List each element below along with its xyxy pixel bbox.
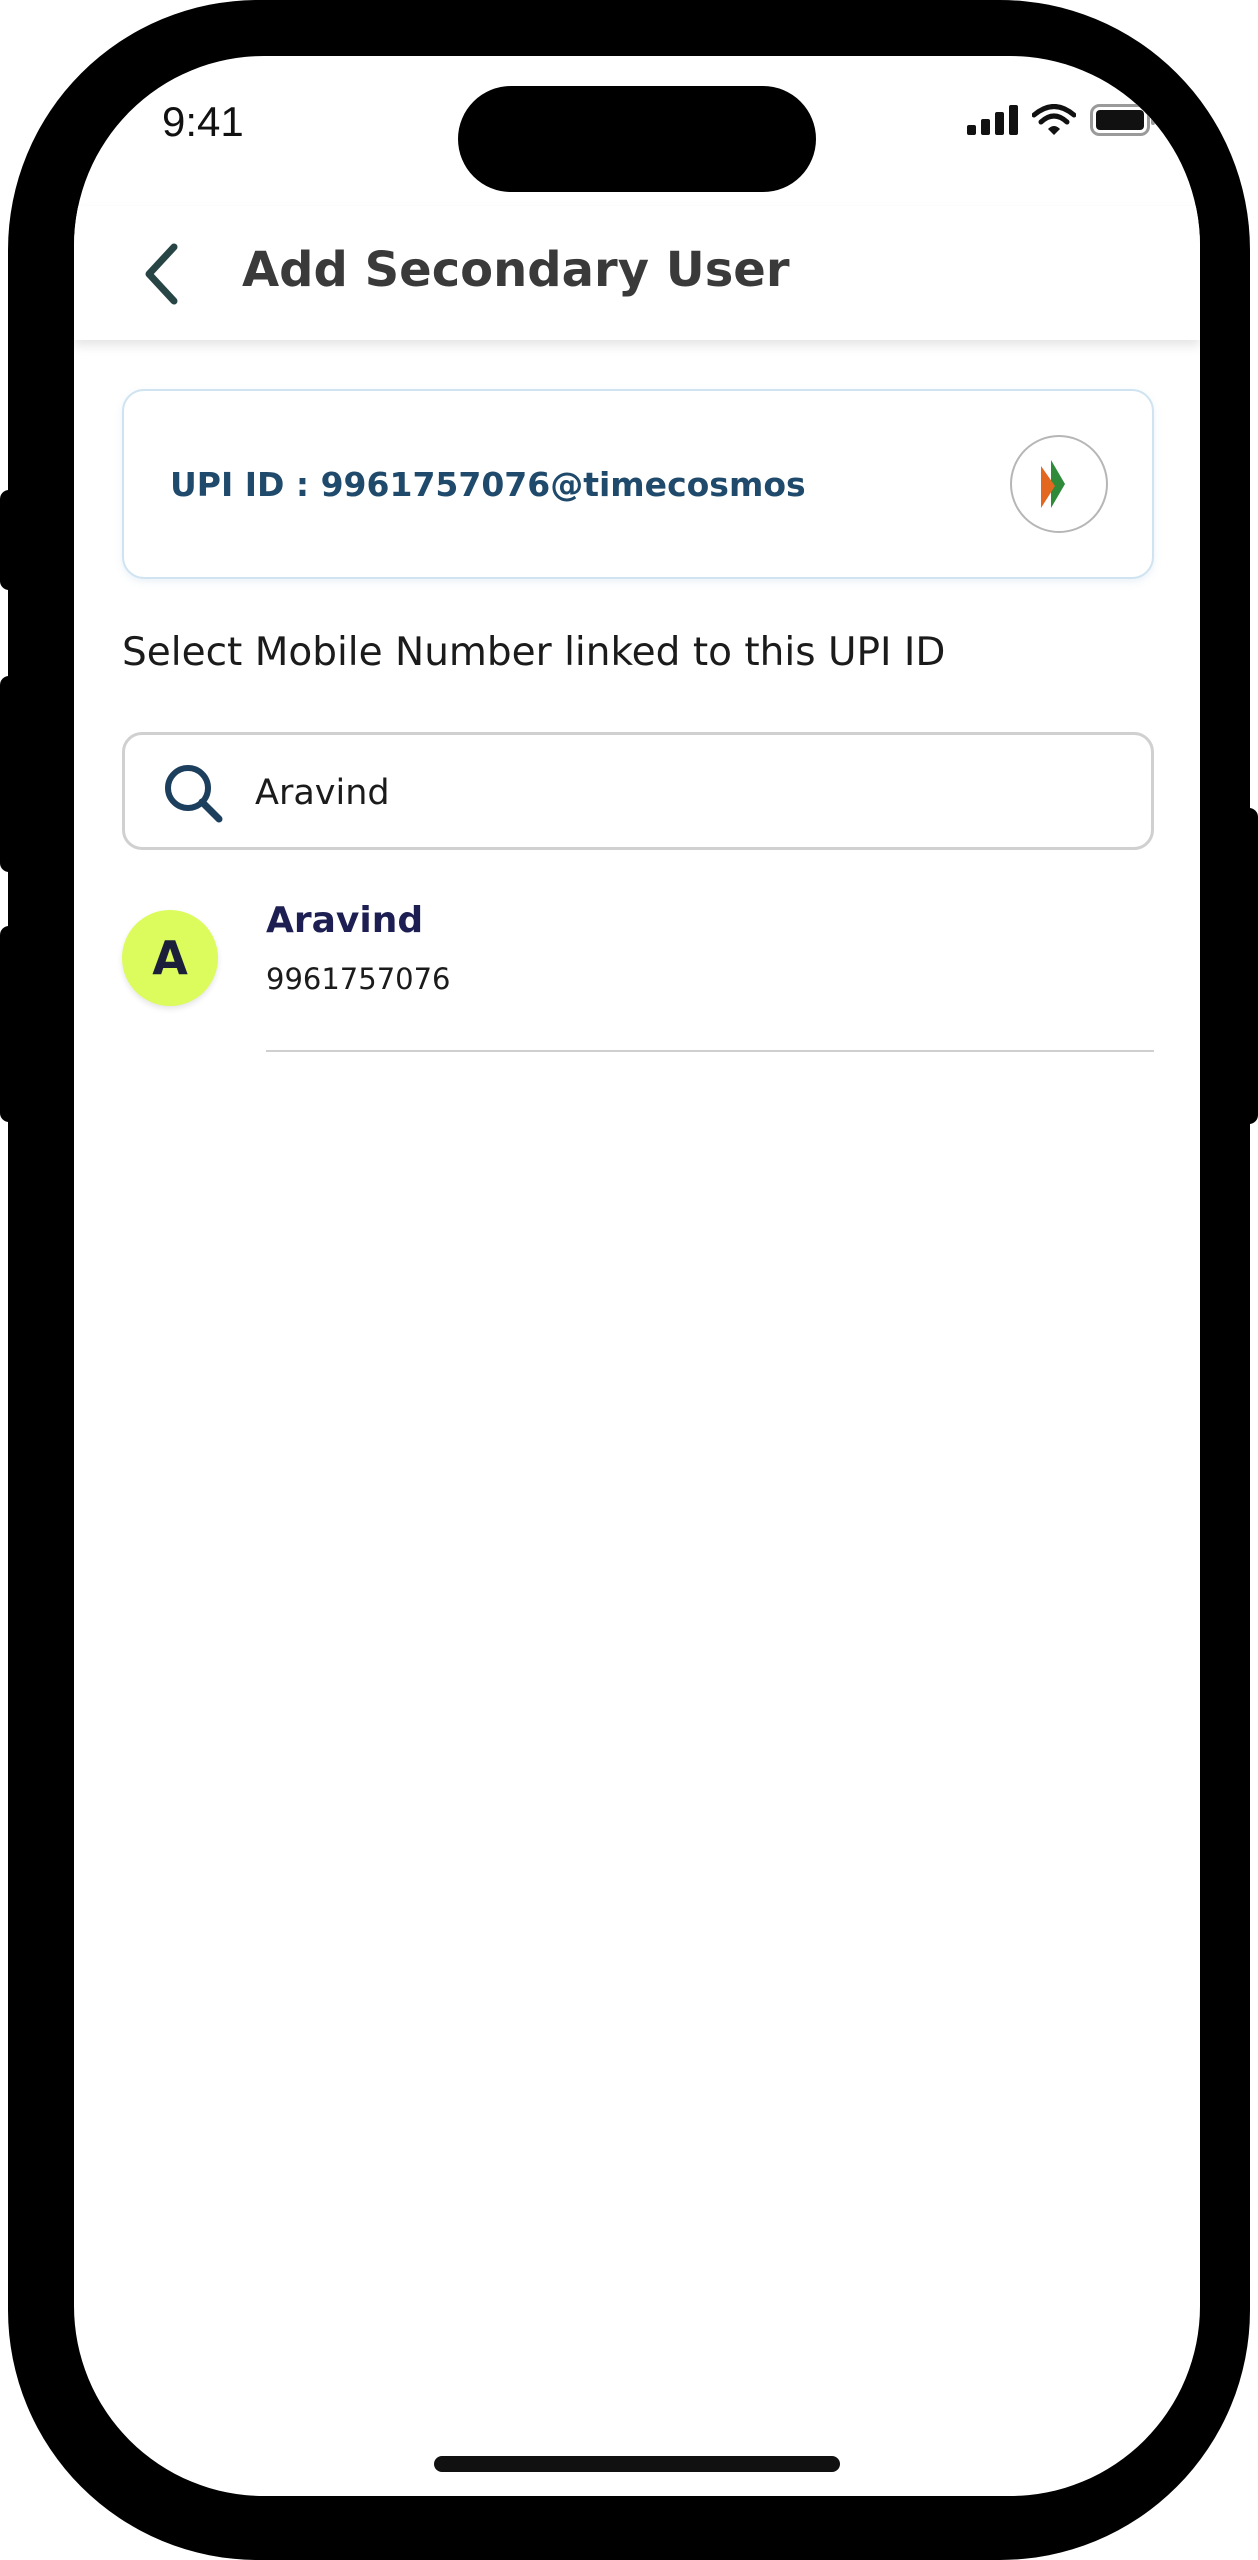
contact-list-item[interactable]: A Aravind 9961757076 <box>122 900 1154 1054</box>
search-icon <box>165 765 223 823</box>
upi-id-card: UPI ID : 9961757076@timecosmos <box>122 389 1154 579</box>
upi-id-label: UPI ID : 9961757076@timecosmos <box>170 465 806 504</box>
search-box[interactable] <box>122 732 1154 850</box>
app-header: Add Secondary User <box>74 206 1200 340</box>
phone-device: 9:41 Add Secondary User UPI ID: 9961757… <box>0 0 1258 2560</box>
status-icons <box>967 104 1156 136</box>
avatar: A <box>122 910 218 1006</box>
bhim-logo-icon <box>1010 435 1108 533</box>
section-label: Select Mobile Number linked to this UPI … <box>122 630 946 675</box>
contact-phone: 9961757076 <box>266 962 451 996</box>
battery-icon <box>1090 104 1156 136</box>
screen: 9:41 Add Secondary User UPI ID: 9961757… <box>74 56 1200 2496</box>
signal-icon <box>967 105 1018 135</box>
contact-name: Aravind <box>266 900 424 941</box>
dynamic-island <box>458 86 816 192</box>
wifi-icon <box>1032 104 1076 135</box>
status-time: 9:41 <box>162 98 244 145</box>
page-title: Add Secondary User <box>242 242 790 298</box>
home-indicator[interactable] <box>434 2456 840 2472</box>
back-button[interactable] <box>126 236 196 312</box>
row-divider <box>266 1050 1154 1052</box>
phone-frame: 9:41 Add Secondary User UPI ID: 9961757… <box>8 0 1250 2560</box>
search-input[interactable] <box>255 761 1115 825</box>
chevron-left-icon <box>145 243 178 305</box>
